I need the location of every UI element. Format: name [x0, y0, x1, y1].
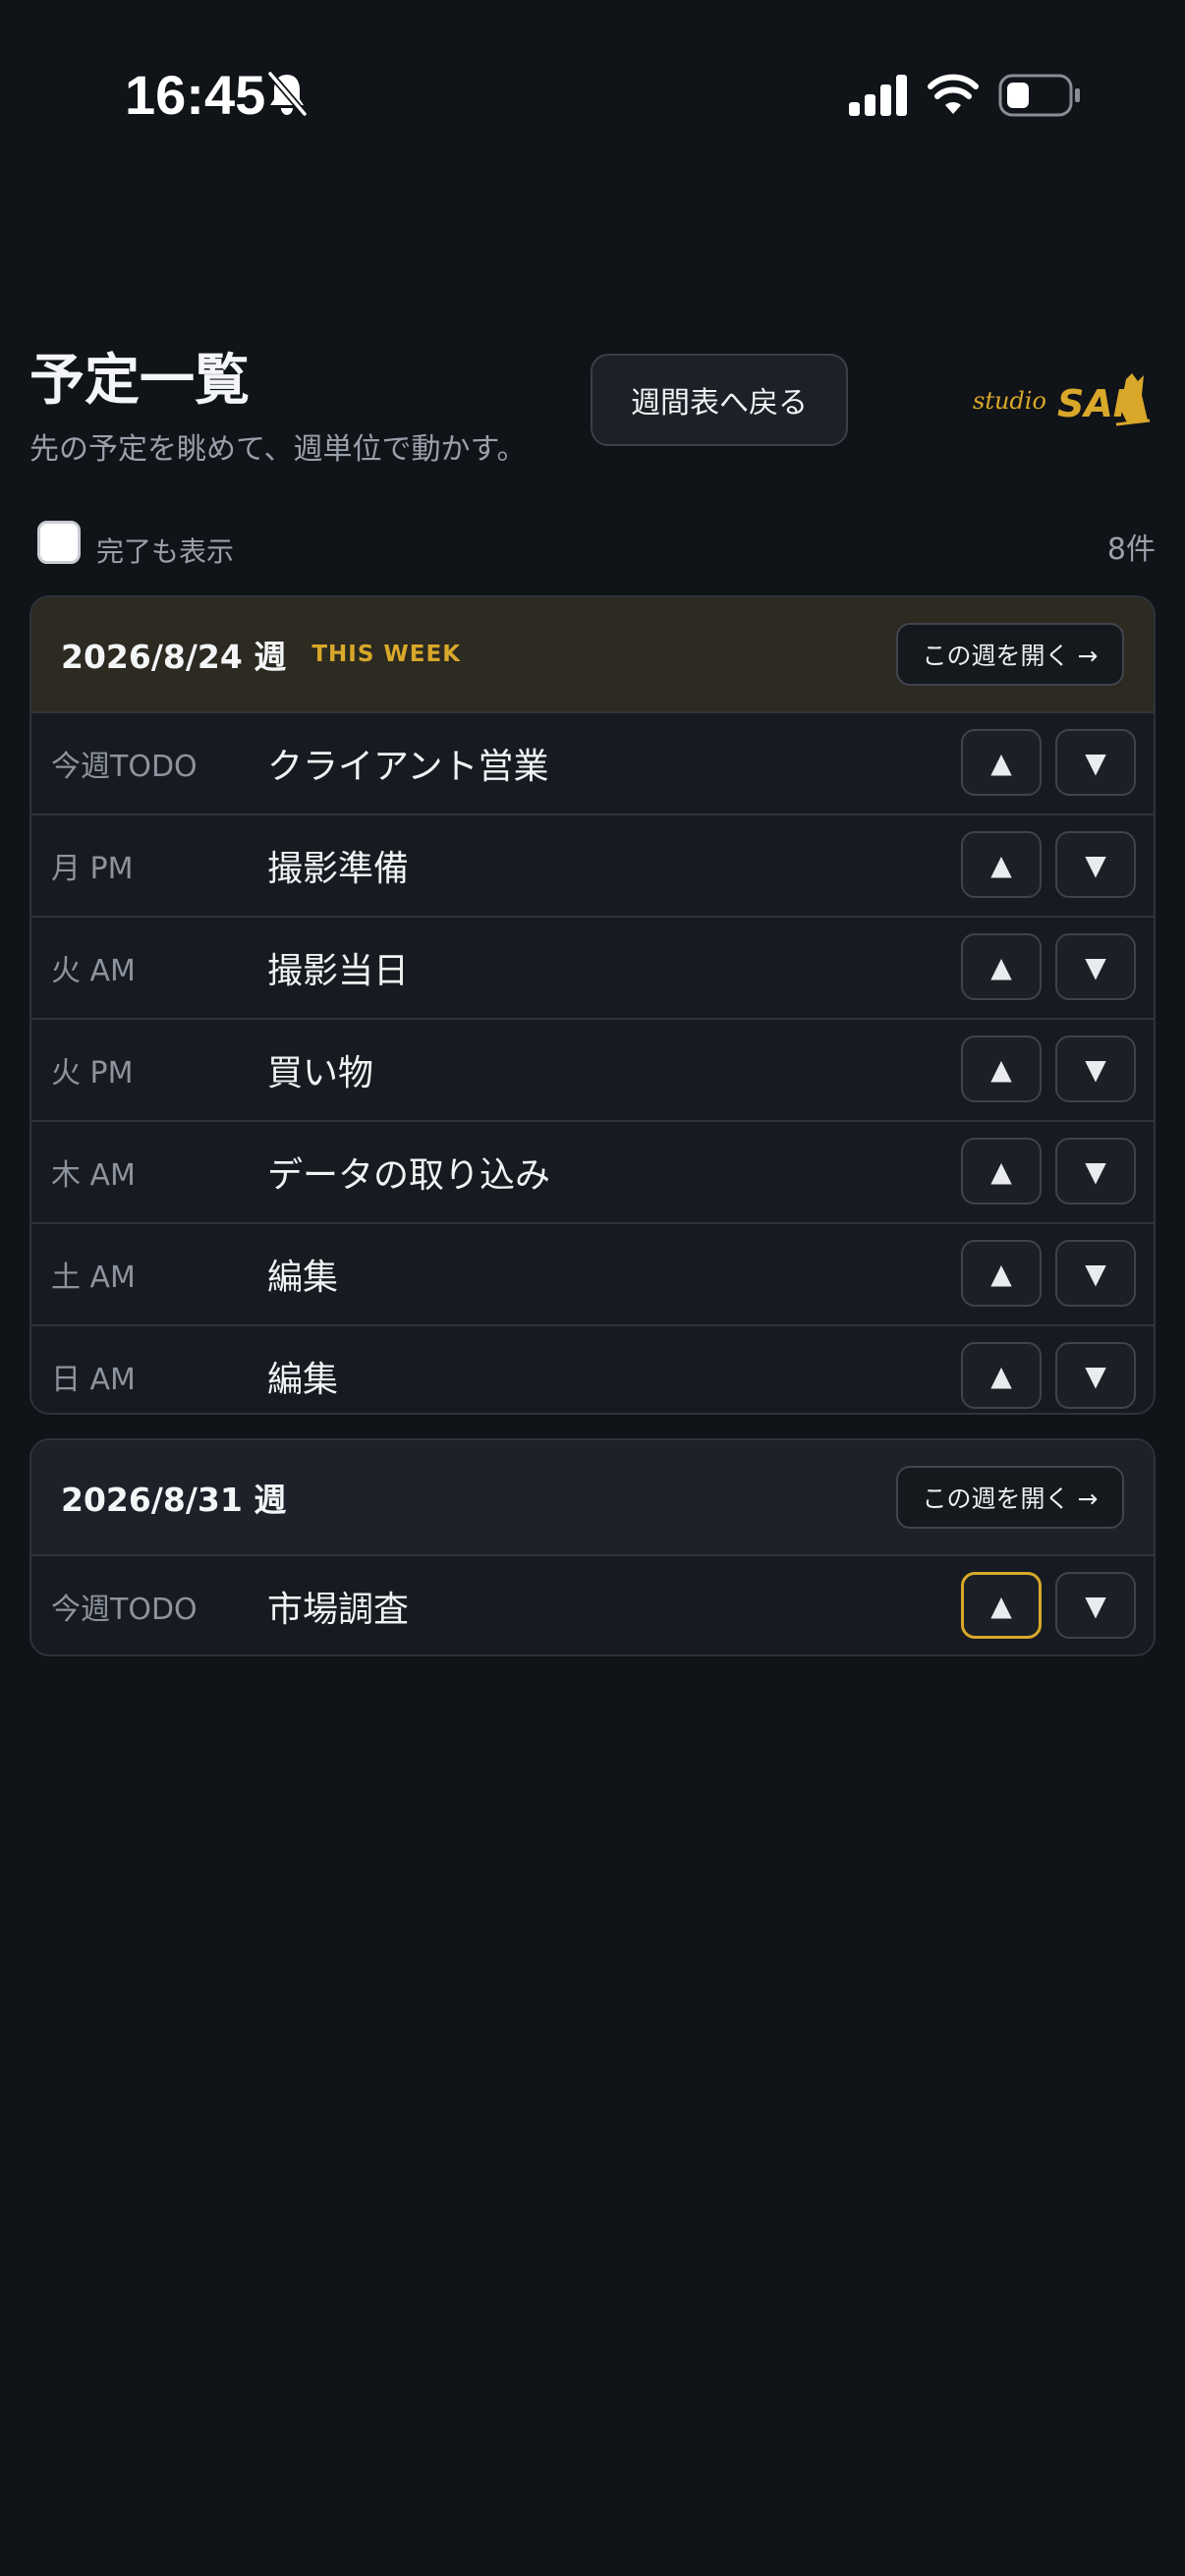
task-title: 編集 — [267, 1258, 339, 1298]
task-title: 撮影当日 — [267, 951, 410, 991]
task-row[interactable]: 日 AM 編集 ▲ ▼ — [31, 1326, 1154, 1413]
studio-sai-logo: studio SAI — [973, 373, 1151, 426]
battery-icon — [998, 74, 1080, 117]
status-bar: 16:45 — [0, 0, 1185, 196]
task-slot: 日 AM — [51, 1363, 136, 1397]
task-slot: 月 PM — [51, 852, 134, 886]
move-down-button[interactable]: ▼ — [1055, 1240, 1136, 1307]
task-title: クライアント営業 — [267, 747, 549, 787]
back-to-weekly-button[interactable]: 週間表へ戻る — [591, 354, 848, 446]
show-done-label: 完了も表示 — [96, 535, 235, 568]
move-up-button[interactable]: ▲ — [961, 933, 1042, 1000]
move-up-button[interactable]: ▲ — [961, 729, 1042, 796]
task-title: 編集 — [267, 1360, 339, 1400]
task-row[interactable]: 今週TODO 市場調査 ▲ ▼ — [31, 1556, 1154, 1654]
task-row[interactable]: 火 AM 撮影当日 ▲ ▼ — [31, 918, 1154, 1020]
bell-off-icon — [267, 71, 308, 117]
task-title: 撮影準備 — [267, 849, 410, 889]
move-down-button[interactable]: ▼ — [1055, 1138, 1136, 1204]
move-up-button[interactable]: ▲ — [961, 1240, 1042, 1307]
status-time: 16:45 — [125, 64, 266, 126]
move-down-button[interactable]: ▼ — [1055, 1572, 1136, 1639]
task-title: 市場調査 — [267, 1590, 410, 1630]
move-up-button[interactable]: ▲ — [961, 831, 1042, 898]
signal-icon — [849, 75, 907, 116]
week-card: 2026/8/31 週 この週を開く → 今週TODO 市場調査 ▲ ▼ — [29, 1438, 1156, 1656]
week-card: 2026/8/24 週 THIS WEEK この週を開く → 今週TODO クラ… — [29, 595, 1156, 1415]
move-down-button[interactable]: ▼ — [1055, 831, 1136, 898]
move-up-button[interactable]: ▲ — [961, 1342, 1042, 1409]
move-up-button[interactable]: ▲ — [961, 1572, 1042, 1639]
move-down-button[interactable]: ▼ — [1055, 1036, 1136, 1102]
task-slot: 火 PM — [51, 1056, 134, 1091]
task-slot: 今週TODO — [51, 1593, 198, 1627]
move-down-button[interactable]: ▼ — [1055, 729, 1136, 796]
open-week-button[interactable]: この週を開く → — [896, 623, 1124, 686]
show-done-checkbox[interactable] — [37, 521, 81, 564]
page-title: 予定一覧 — [29, 349, 250, 413]
task-row[interactable]: 今週TODO クライアント営業 ▲ ▼ — [31, 713, 1154, 815]
task-title: 買い物 — [267, 1053, 374, 1093]
task-slot: 木 AM — [51, 1158, 136, 1193]
task-slot: 今週TODO — [51, 750, 198, 784]
week-date: 2026/8/24 週 — [61, 638, 287, 676]
svg-text:SAI: SAI — [1057, 382, 1127, 425]
week-header: 2026/8/24 週 THIS WEEK この週を開く → — [31, 597, 1154, 713]
svg-text:studio: studio — [973, 387, 1046, 415]
task-slot: 火 AM — [51, 954, 136, 988]
move-up-button[interactable]: ▲ — [961, 1036, 1042, 1102]
task-row[interactable]: 土 AM 編集 ▲ ▼ — [31, 1224, 1154, 1326]
task-row[interactable]: 木 AM データの取り込み ▲ ▼ — [31, 1122, 1154, 1224]
move-down-button[interactable]: ▼ — [1055, 1342, 1136, 1409]
this-week-badge: THIS WEEK — [311, 642, 462, 667]
task-row[interactable]: 火 PM 買い物 ▲ ▼ — [31, 1020, 1154, 1122]
page-subtitle: 先の予定を眺めて、週単位で動かす。 — [29, 432, 527, 467]
move-up-button[interactable]: ▲ — [961, 1138, 1042, 1204]
week-date: 2026/8/31 週 — [61, 1481, 287, 1519]
open-week-button[interactable]: この週を開く → — [896, 1466, 1124, 1529]
task-slot: 土 AM — [51, 1260, 136, 1295]
wifi-icon — [928, 74, 979, 114]
move-down-button[interactable]: ▼ — [1055, 933, 1136, 1000]
week-header: 2026/8/31 週 この週を開く → — [31, 1440, 1154, 1556]
item-count: 8件 — [1106, 532, 1156, 567]
task-row[interactable]: 月 PM 撮影準備 ▲ ▼ — [31, 815, 1154, 918]
task-title: データの取り込み — [267, 1155, 551, 1196]
